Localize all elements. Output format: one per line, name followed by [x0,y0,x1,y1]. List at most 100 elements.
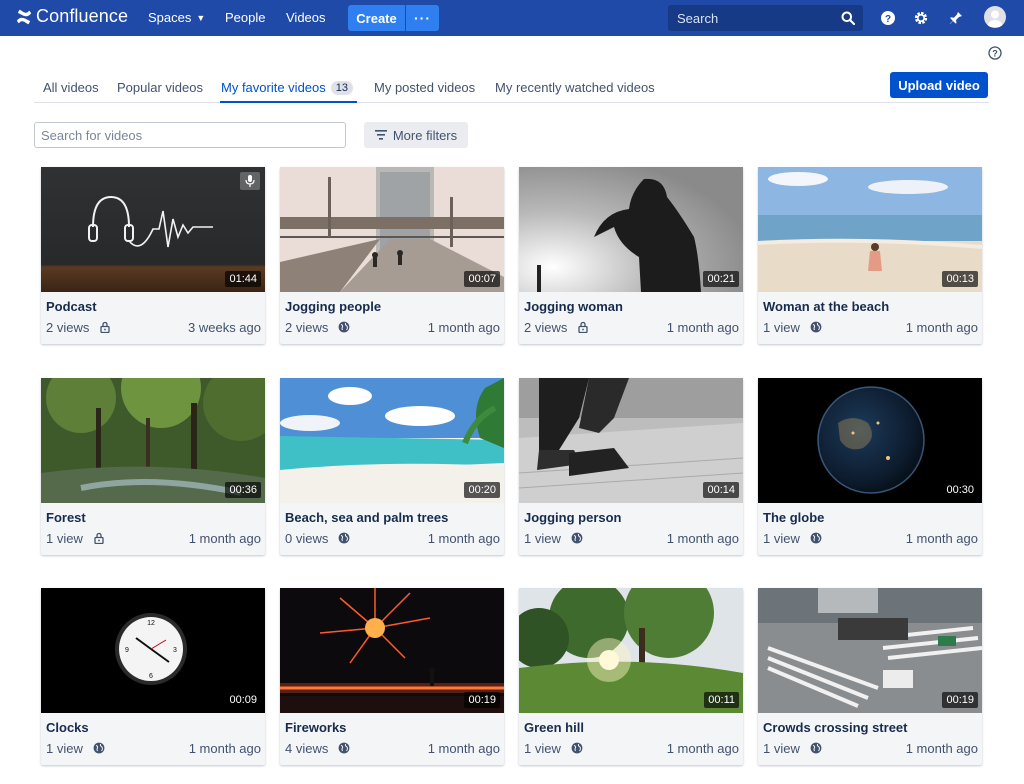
notifications-icon[interactable] [948,10,964,26]
tab-my-recently-watched[interactable]: My recently watched videos [495,80,655,95]
video-duration: 00:13 [942,271,978,287]
globe-icon [810,321,822,333]
video-thumbnail[interactable]: 00:19 [280,588,504,713]
svg-text:9: 9 [125,647,129,654]
microphone-icon [240,172,260,190]
video-thumbnail[interactable]: 00:14 [519,378,743,503]
confluence-logo-icon [16,9,32,24]
search-icon[interactable] [841,11,855,25]
globe-icon [571,742,583,754]
page-help-icon[interactable]: ? [988,46,1002,60]
video-age: 1 month ago [905,320,978,335]
video-age: 1 month ago [666,531,739,546]
video-duration: 00:07 [464,271,500,287]
tab-my-posted-videos[interactable]: My posted videos [374,80,475,95]
lock-icon [94,532,104,544]
video-card[interactable]: 00:13 Woman at the beach 1 view 1 month ago [758,167,982,344]
video-card[interactable]: 00:19 Fireworks 4 views 1 month ago [280,588,504,765]
user-avatar[interactable] [984,6,1006,28]
video-thumbnail[interactable]: 00:21 [519,167,743,292]
video-title[interactable]: Crowds crossing street [763,720,908,735]
video-views: 1 view [46,741,83,756]
video-views: 1 view [763,741,800,756]
filter-icon [374,130,387,140]
globe-icon [338,321,350,333]
nav-people[interactable]: People [225,10,265,25]
video-views: 2 views [285,320,329,335]
video-title[interactable]: The globe [763,510,824,525]
video-title[interactable]: Jogging people [285,299,381,314]
global-search-input[interactable] [668,5,838,31]
svg-text:6: 6 [149,673,153,680]
globe-icon [571,532,583,544]
create-more-button[interactable]: ··· [406,5,439,31]
active-tab-indicator [220,101,357,103]
video-duration: 00:21 [703,271,739,287]
tab-my-favorite-videos[interactable]: My favorite videos 13 [221,80,354,95]
more-filters-button[interactable]: More filters [364,122,468,148]
video-title[interactable]: Forest [46,510,86,525]
video-thumbnail[interactable]: 00:07 [280,167,504,292]
gear-icon[interactable] [913,10,929,26]
nav-spaces[interactable]: Spaces ▼ [148,10,205,25]
svg-text:3: 3 [173,647,177,654]
video-age: 1 month ago [427,741,500,756]
svg-text:12: 12 [147,620,155,627]
video-card[interactable]: 00:11 Green hill 1 view 1 month ago [519,588,743,765]
video-thumbnail[interactable]: 00:36 [41,378,265,503]
video-title[interactable]: Green hill [524,720,584,735]
video-age: 1 month ago [905,741,978,756]
video-duration: 00:14 [703,482,739,498]
video-title[interactable]: Beach, sea and palm trees [285,510,448,525]
tab-popular-videos[interactable]: Popular videos [117,80,203,95]
video-duration: 00:11 [704,692,739,708]
video-views: 1 view [46,531,83,546]
video-thumbnail[interactable]: 01:44 [41,167,265,292]
more-filters-label: More filters [392,127,458,143]
help-icon[interactable]: ? [880,10,896,26]
video-thumbnail[interactable]: 00:30 [758,378,982,503]
video-title[interactable]: Woman at the beach [763,299,889,314]
video-card[interactable]: 00:07 Jogging people 2 views 1 month ago [280,167,504,344]
video-search-input[interactable] [35,123,345,147]
video-card[interactable]: 01:44 Podcast 2 views 3 weeks ago [41,167,265,344]
video-age: 3 weeks ago [188,320,261,335]
video-card[interactable]: 00:14 Jogging person 1 view 1 month ago [519,378,743,555]
user-avatar-icon [987,10,1003,27]
video-thumbnail[interactable]: 00:19 [758,588,982,713]
video-title[interactable]: Fireworks [285,720,346,735]
top-navigation: Confluence Spaces ▼ People Videos Create … [0,0,1024,36]
video-views: 4 views [285,741,329,756]
video-duration: 01:44 [225,271,261,287]
video-thumbnail[interactable]: 00:11 [519,588,743,713]
video-card[interactable]: 00:36 Forest 1 view 1 month ago [41,378,265,555]
lock-icon [578,321,588,333]
video-thumbnail[interactable]: 12 3 6 9 00:09 [41,588,265,713]
video-title[interactable]: Jogging woman [524,299,623,314]
video-age: 1 month ago [666,320,739,335]
tab-all-videos[interactable]: All videos [43,80,99,95]
lock-icon [100,321,110,333]
video-card[interactable]: 00:21 Jogging woman 2 views 1 month ago [519,167,743,344]
video-views: 1 view [763,531,800,546]
nav-videos[interactable]: Videos [286,10,326,25]
video-duration: 00:36 [225,482,261,498]
video-title[interactable]: Podcast [46,299,97,314]
video-views: 2 views [524,320,568,335]
video-card[interactable]: 00:20 Beach, sea and palm trees 0 views 1 m… [280,378,504,555]
upload-video-button[interactable]: Upload video [890,72,988,98]
svg-text:?: ? [885,14,891,25]
video-age: 1 month ago [905,531,978,546]
svg-text:?: ? [992,49,998,59]
video-title[interactable]: Clocks [46,720,89,735]
confluence-logo[interactable]: Confluence [16,6,128,27]
video-tabs: All videos Popular videos My favorite vi… [34,73,989,103]
video-card[interactable]: 12 3 6 9 00:09 Clocks 1 view 1 month ago [41,588,265,765]
tab-favorite-label: My favorite videos [221,80,326,95]
create-button[interactable]: Create [348,5,405,31]
video-card[interactable]: 00:19 Crowds crossing street 1 view 1 month… [758,588,982,765]
video-card[interactable]: 00:30 The globe 1 view 1 month ago [758,378,982,555]
video-thumbnail[interactable]: 00:13 [758,167,982,292]
video-thumbnail[interactable]: 00:20 [280,378,504,503]
video-title[interactable]: Jogging person [524,510,622,525]
